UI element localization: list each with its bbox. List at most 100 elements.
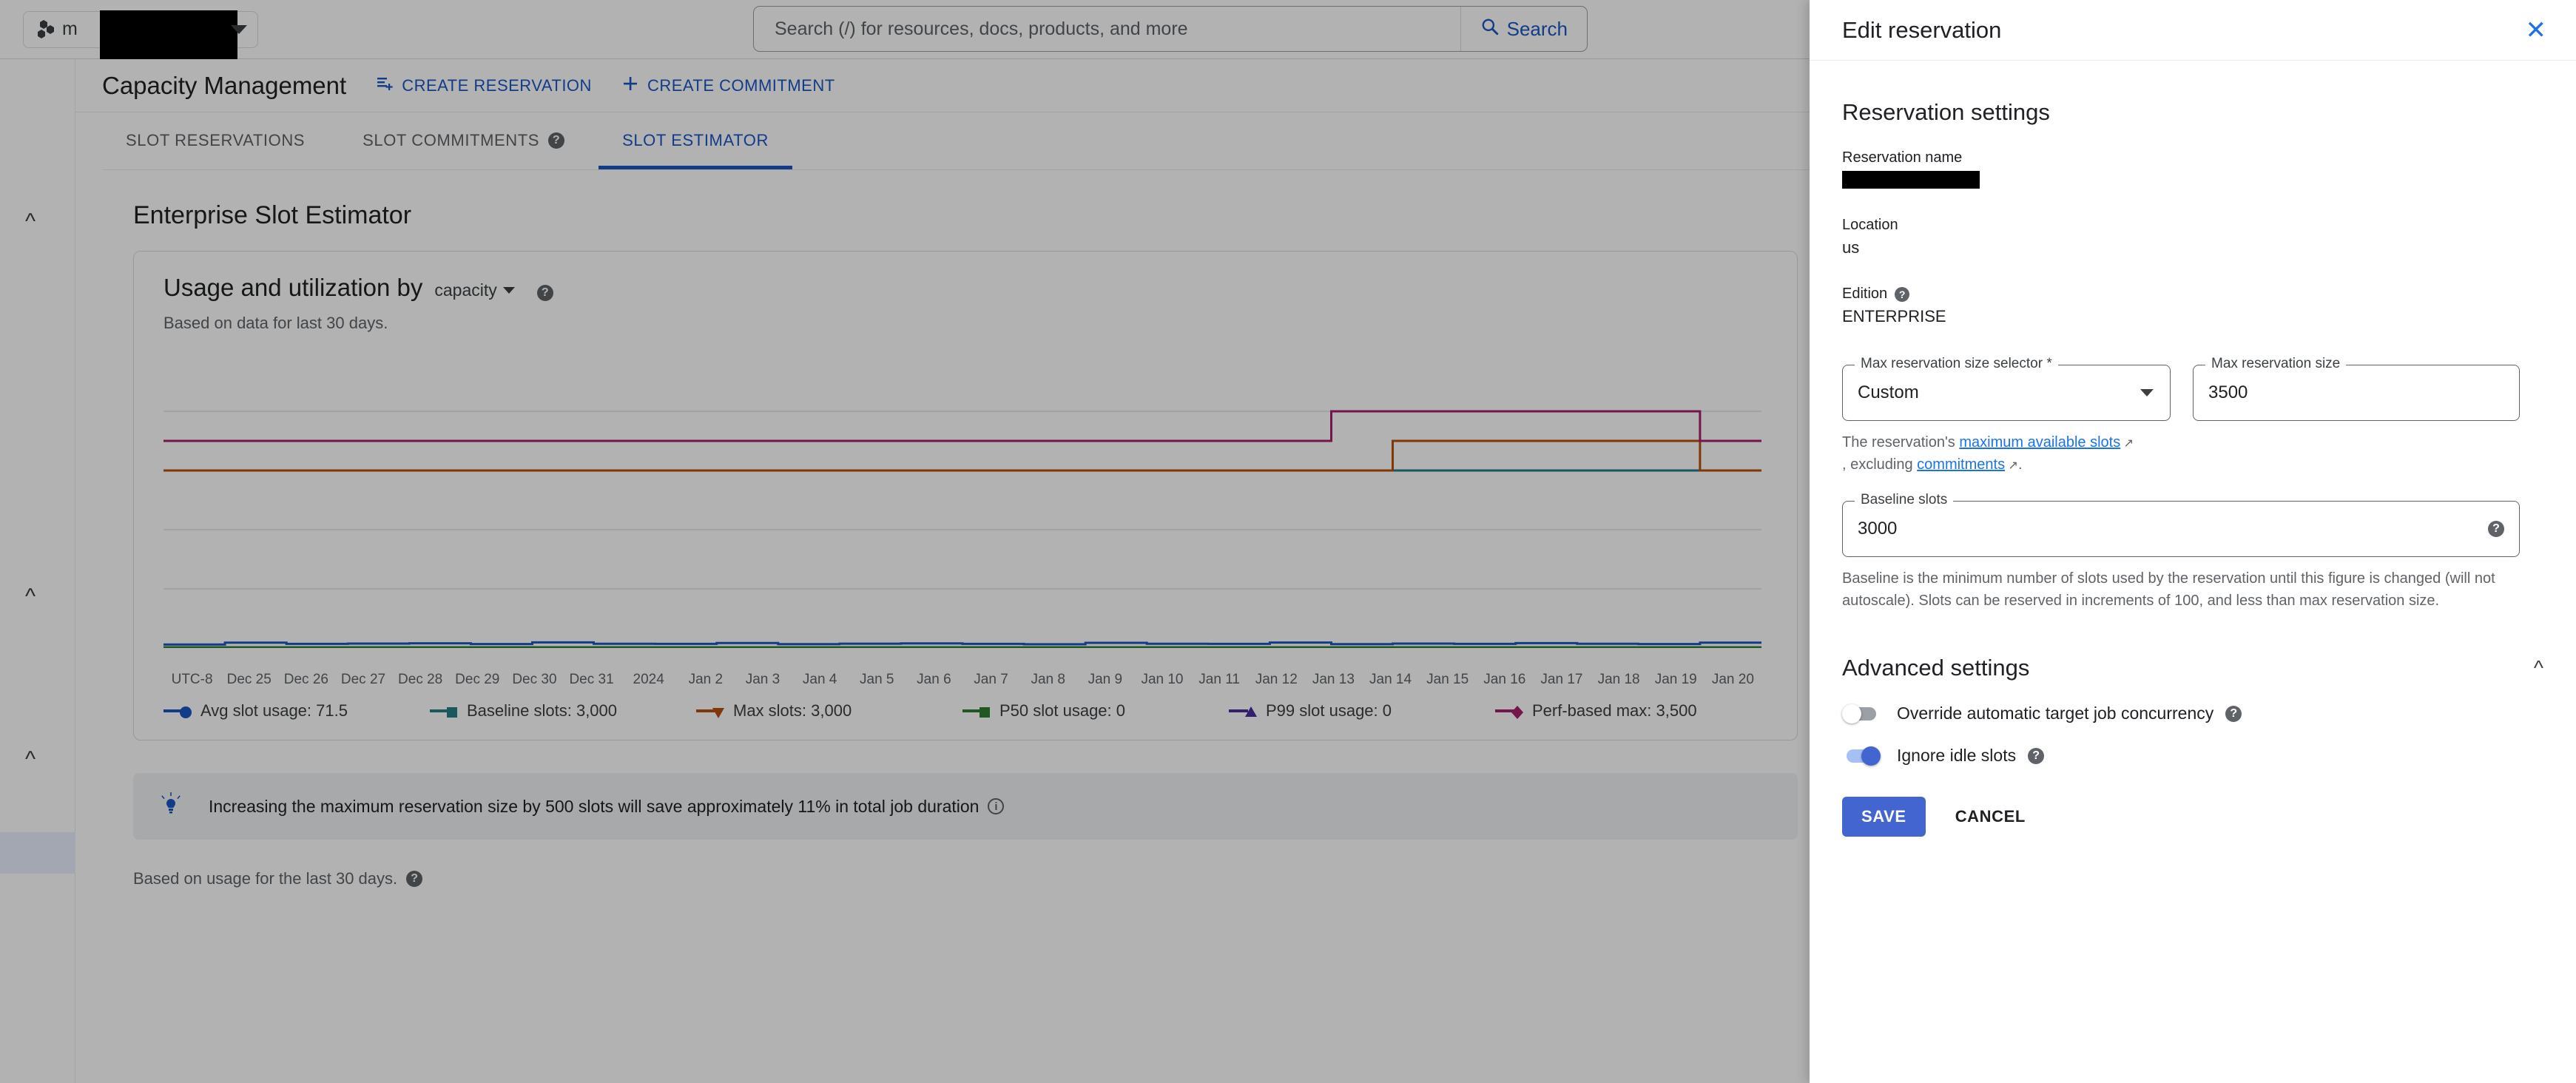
- axis-tick-label: Jan 18: [1597, 672, 1640, 687]
- search-input[interactable]: Search (/) for resources, docs, products…: [754, 18, 1460, 40]
- hint-middle: , excluding: [1842, 456, 1918, 473]
- legend-item[interactable]: Perf-based max: 3,500: [1495, 701, 1761, 721]
- legend-item[interactable]: Avg slot usage: 71.5: [163, 701, 430, 721]
- chart-heading: Usage and utilization by: [163, 274, 423, 301]
- location-value: us: [1842, 238, 1860, 257]
- chevron-up-icon[interactable]: ^: [25, 749, 36, 771]
- axis-tick-label: Jan 14: [1369, 672, 1412, 687]
- size-fields-row: Max reservation size selector * Custom M…: [1842, 356, 2543, 421]
- toggle-label-wrap: Override automatic target job concurrenc…: [1897, 704, 2242, 723]
- tab-slot-commitments[interactable]: SLOT COMMITMENTS ?: [339, 112, 588, 169]
- tab-slot-estimator[interactable]: SLOT ESTIMATOR: [599, 112, 792, 169]
- create-reservation-button[interactable]: CREATE RESERVATION: [376, 75, 592, 97]
- chevron-up-icon[interactable]: ^: [2534, 656, 2543, 680]
- reservation-name-value: [1842, 171, 1980, 189]
- chart-subtitle: Based on data for last 30 days.: [163, 314, 388, 332]
- global-search[interactable]: Search (/) for resources, docs, products…: [753, 6, 1588, 52]
- info-icon[interactable]: i: [988, 798, 1005, 814]
- page-title: Capacity Management: [102, 71, 347, 99]
- max-selector-label: Max reservation size selector *: [1855, 356, 2058, 372]
- cancel-button[interactable]: CANCEL: [1936, 797, 2045, 837]
- sidebar-item-selected[interactable]: [0, 832, 75, 874]
- edition-label-row: Edition ?: [1842, 286, 2543, 303]
- toggle-switch-on[interactable]: [1842, 746, 1881, 766]
- chevron-down-icon[interactable]: [231, 24, 247, 34]
- panel-actions: SAVE CANCEL: [1842, 797, 2543, 837]
- legend-item[interactable]: Baseline slots: 3,000: [430, 701, 696, 721]
- legend-item[interactable]: Max slots: 3,000: [696, 701, 962, 721]
- help-icon[interactable]: ?: [2225, 705, 2242, 722]
- toggle-switch-off[interactable]: [1842, 704, 1881, 723]
- search-icon: [1480, 17, 1500, 41]
- maximum-available-slots-link[interactable]: maximum available slots: [1959, 434, 2120, 451]
- axis-tick-label: 2024: [633, 672, 664, 687]
- main-content: Capacity Management CREATE RESERVATION C…: [75, 59, 1810, 1083]
- legend-item[interactable]: P99 slot usage: 0: [1229, 701, 1495, 721]
- tab-slot-reservations[interactable]: SLOT RESERVATIONS: [102, 112, 328, 169]
- chevron-up-icon[interactable]: ^: [25, 586, 36, 608]
- hint-suffix: .: [2017, 456, 2023, 473]
- axis-tick-label: Jan 20: [1711, 672, 1754, 687]
- edition-label: Edition: [1842, 286, 1888, 302]
- estimator-body: Enterprise Slot Estimator Usage and util…: [75, 170, 1810, 888]
- commitments-link[interactable]: commitments: [1917, 456, 2005, 473]
- legend-item[interactable]: P50 slot usage: 0: [962, 701, 1229, 721]
- max-reservation-size-input[interactable]: Max reservation size 3500: [2193, 356, 2520, 421]
- legend-marker-icon: [163, 704, 193, 718]
- redacted-project-name: [100, 10, 237, 64]
- edit-reservation-panel: Edit reservation ✕ Reservation settings …: [1810, 0, 2576, 1083]
- close-icon[interactable]: ✕: [2526, 18, 2547, 43]
- max-size-label: Max reservation size: [2205, 356, 2347, 372]
- toggle-label-wrap: Ignore idle slots ?: [1897, 746, 2045, 766]
- tab-label: SLOT RESERVATIONS: [126, 131, 306, 149]
- usage-footnote: Based on usage for the last 30 days. ?: [133, 869, 1810, 888]
- chart-x-axis: UTC-8 Dec 25 Dec 26 Dec 27 Dec 28 Dec 29 Dec 3…: [163, 672, 1767, 688]
- axis-tick-label: Jan 19: [1654, 672, 1697, 687]
- recommendation-banner: Increasing the maximum reservation size …: [133, 773, 1798, 840]
- chart-card-header: Usage and utilization by capacity ?: [163, 274, 1767, 302]
- help-icon[interactable]: ?: [406, 871, 423, 887]
- help-icon[interactable]: ?: [1895, 286, 1910, 302]
- baseline-value: 3000: [1858, 519, 1898, 539]
- axis-tick-label: Jan 5: [860, 672, 894, 687]
- baseline-label: Baseline slots: [1855, 492, 1954, 508]
- toggle-label: Override automatic target job concurrenc…: [1897, 704, 2214, 723]
- search-button-label: Search: [1506, 17, 1568, 40]
- create-commitment-button[interactable]: CREATE COMMITMENT: [621, 75, 835, 97]
- help-icon[interactable]: ?: [2488, 521, 2504, 537]
- baseline-slots-input[interactable]: Baseline slots 3000 ?: [1842, 492, 2520, 557]
- legend-label: Max slots: 3,000: [733, 701, 852, 720]
- hint-prefix: The reservation's: [1842, 434, 1960, 451]
- usage-chart[interactable]: [163, 352, 1761, 670]
- max-reservation-size-selector[interactable]: Max reservation size selector * Custom: [1842, 356, 2171, 421]
- advanced-settings-header[interactable]: Advanced settings ^: [1842, 655, 2543, 681]
- axis-tick-label: Jan 17: [1540, 672, 1583, 687]
- estimator-title: Enterprise Slot Estimator: [133, 201, 412, 229]
- max-size-hint: The reservation's maximum available slot…: [1842, 431, 2543, 476]
- axis-tick-label: Jan 6: [917, 672, 951, 687]
- search-button[interactable]: Search: [1460, 7, 1587, 51]
- project-selector[interactable]: m: [23, 10, 258, 64]
- axis-tick-label: Jan 11: [1198, 672, 1240, 687]
- axis-tick-label: Jan 8: [1031, 672, 1065, 687]
- chevron-down-icon: [502, 287, 515, 294]
- axis-tick-label: Jan 2: [688, 672, 724, 687]
- help-icon[interactable]: ?: [548, 132, 565, 149]
- legend-label: P99 slot usage: 0: [1266, 701, 1392, 720]
- panel-header: Edit reservation ✕: [1810, 0, 2576, 61]
- toggle-ignore-idle-slots[interactable]: Ignore idle slots ?: [1842, 746, 2543, 766]
- axis-tick-label: Jan 15: [1426, 672, 1469, 687]
- cloud-project-icon: [33, 18, 58, 41]
- save-button[interactable]: SAVE: [1842, 797, 1926, 837]
- toggle-override-concurrency[interactable]: Override automatic target job concurrenc…: [1842, 704, 2543, 723]
- axis-tick-label: Jan 7: [974, 672, 1008, 687]
- tab-label: SLOT COMMITMENTS: [363, 131, 540, 149]
- axis-tick-label: Dec 29: [455, 672, 500, 687]
- location-label: Location: [1842, 217, 1898, 233]
- help-icon[interactable]: ?: [536, 285, 553, 301]
- chart-metric-dropdown[interactable]: capacity: [434, 280, 515, 300]
- axis-tick-label: Dec 28: [398, 672, 443, 687]
- help-icon[interactable]: ?: [2028, 747, 2045, 764]
- chevron-up-icon[interactable]: ^: [25, 211, 36, 233]
- axis-tick-label: Dec 30: [512, 672, 557, 687]
